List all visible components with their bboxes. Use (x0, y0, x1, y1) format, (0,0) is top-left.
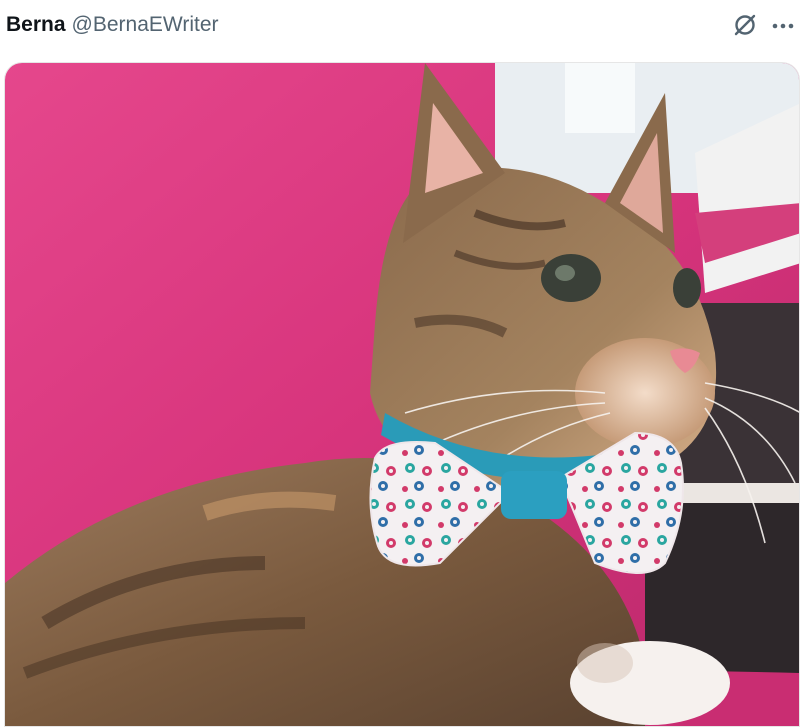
author-handle[interactable]: @BernaEWriter (72, 12, 219, 38)
grok-icon (734, 14, 756, 36)
tweet-author[interactable]: Berna @BernaEWriter (6, 12, 219, 38)
more-options-button[interactable] (768, 10, 798, 40)
author-display-name[interactable]: Berna (6, 12, 66, 38)
tweet-photo[interactable] (4, 62, 800, 727)
tweet-header: Berna @BernaEWriter (0, 0, 800, 52)
more-icon (772, 23, 794, 29)
grok-button[interactable] (730, 10, 760, 40)
cat-photo (5, 63, 799, 726)
